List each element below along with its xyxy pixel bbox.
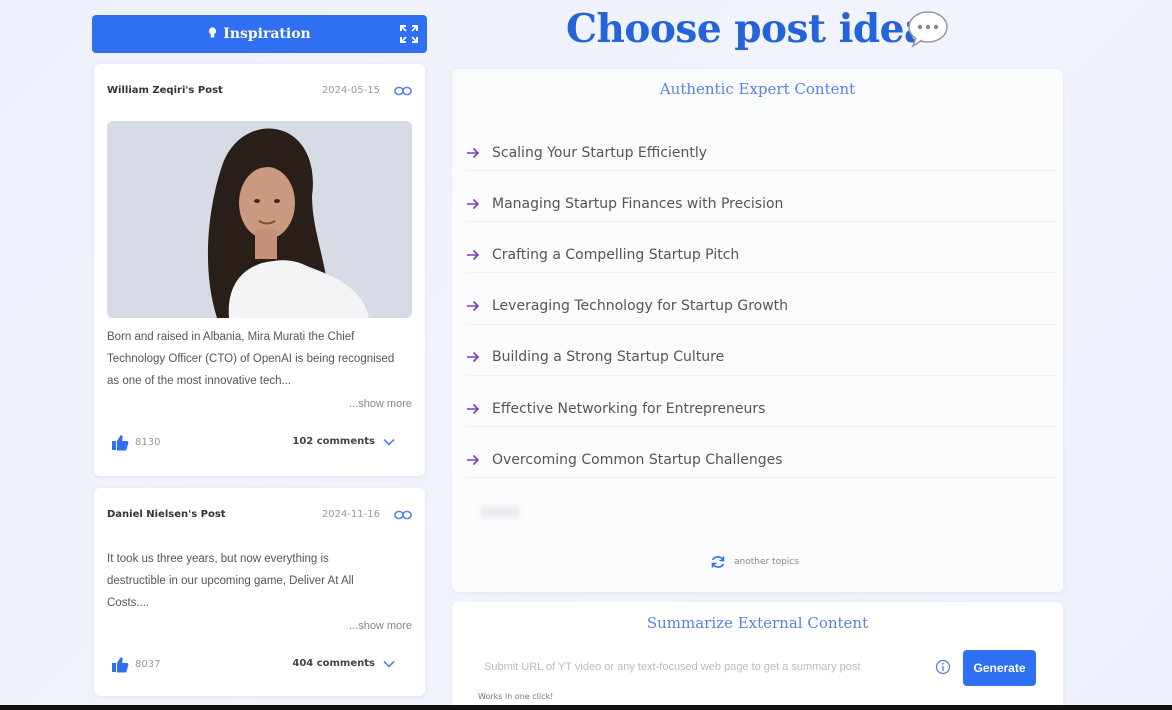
topic-label: Scaling Your Startup Efficiently (492, 144, 708, 161)
like-count: 8130 (135, 437, 161, 448)
topic-label: Managing Startup Finances with Precision (492, 195, 784, 212)
another-topics-button[interactable]: another topics (710, 555, 799, 569)
post-card: Daniel Nielsen's Post 2024-11-16 It took… (94, 488, 425, 696)
topic-label: Building a Strong Startup Culture (492, 349, 725, 366)
post-author: William Zeqiri's Post (107, 85, 223, 96)
arrow-right-icon (467, 403, 480, 414)
link-icon[interactable] (394, 86, 412, 96)
comments-count: 102 comments (292, 436, 375, 447)
arrow-right-icon (467, 352, 480, 363)
topic-item[interactable]: Scaling Your Startup Efficiently (466, 135, 1056, 171)
link-icon[interactable] (394, 510, 412, 520)
arrow-right-icon (467, 301, 480, 312)
show-more-link[interactable]: ...show more (349, 620, 412, 632)
info-icon[interactable] (935, 659, 951, 675)
topic-item[interactable]: Overcoming Common Startup Challenges (466, 442, 1056, 479)
thumbs-up-icon[interactable] (111, 434, 129, 451)
summarize-panel-title: Summarize External Content (646, 614, 869, 632)
show-more-link[interactable]: ...show more (349, 398, 412, 410)
blurred-item (480, 507, 520, 517)
topic-label: Leveraging Technology for Startup Growth (492, 298, 789, 315)
topic-item[interactable]: Effective Networking for Entrepreneurs (466, 391, 1056, 427)
hint-text: Works in one click! (478, 692, 554, 701)
thumbs-up-icon[interactable] (111, 656, 129, 673)
chevron-down-icon (383, 438, 395, 446)
inspiration-label: Inspiration (223, 26, 311, 42)
topic-item[interactable]: Building a Strong Startup Culture (466, 340, 1056, 376)
topic-item[interactable]: Leveraging Technology for Startup Growth (466, 289, 1056, 325)
comments-toggle[interactable]: 404 comments (292, 658, 395, 669)
comments-count: 404 comments (292, 658, 375, 669)
post-date: 2024-11-16 (321, 509, 380, 520)
bottom-edge (0, 705, 1172, 710)
arrow-right-icon (467, 454, 480, 465)
expand-icon[interactable] (399, 24, 419, 44)
comments-toggle[interactable]: 102 comments (292, 436, 395, 447)
generate-button[interactable]: Generate (963, 650, 1036, 686)
post-date: 2024-05-15 (321, 85, 380, 96)
topic-item[interactable]: Managing Startup Finances with Precision (466, 186, 1056, 223)
inspiration-button[interactable]: Inspiration (92, 15, 427, 53)
url-input[interactable] (474, 648, 959, 686)
topics-panel: Authentic Expert Content Scaling Your St… (452, 69, 1063, 592)
arrow-right-icon (467, 249, 480, 260)
topic-item[interactable]: Crafting a Compelling Startup Pitch (466, 237, 1056, 274)
refresh-icon (711, 556, 725, 568)
post-author: Daniel Nielsen's Post (107, 509, 226, 520)
arrow-right-icon (467, 147, 480, 158)
page-title: Choose post idea (566, 6, 929, 52)
topic-label: Overcoming Common Startup Challenges (492, 451, 783, 468)
bulb-icon (208, 26, 217, 42)
like-count: 8037 (135, 659, 161, 670)
chevron-down-icon (383, 660, 395, 668)
summarize-panel: Summarize External Content Generate Work… (452, 602, 1063, 710)
topic-label: Effective Networking for Entrepreneurs (492, 400, 766, 417)
post-text: Born and raised in Albania, Mira Murati … (107, 331, 395, 387)
arrow-right-icon (467, 198, 480, 209)
post-photo (107, 121, 412, 318)
another-topics-label: another topics (734, 557, 799, 567)
post-card: William Zeqiri's Post 2024-05-15 Born an… (94, 64, 425, 476)
post-text: It took us three years, but now everythi… (107, 553, 354, 609)
topics-panel-title: Authentic Expert Content (659, 80, 856, 98)
topic-label: Crafting a Compelling Startup Pitch (492, 246, 740, 263)
speech-bubble-icon (908, 11, 948, 48)
